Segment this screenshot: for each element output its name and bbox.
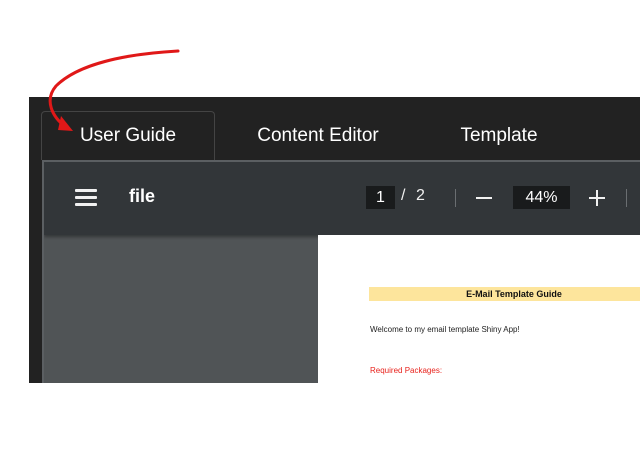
- zoom-level-input[interactable]: 44%: [513, 186, 570, 209]
- page-total: 2: [416, 187, 425, 204]
- zoom-in-icon[interactable]: [589, 190, 605, 206]
- page-separator: /: [401, 187, 406, 204]
- menu-icon[interactable]: [75, 189, 97, 207]
- tab-bar: User Guide Content Editor Template: [29, 97, 640, 160]
- document-heading: E-Mail Template Guide: [369, 287, 640, 301]
- document-welcome-text: Welcome to my email template Shiny App!: [370, 325, 520, 334]
- tab-template[interactable]: Template: [434, 111, 564, 160]
- file-title: file: [129, 186, 156, 206]
- document-page: E-Mail Template Guide Welcome to my emai…: [318, 235, 640, 383]
- document-required-packages: Required Packages:: [370, 366, 443, 375]
- page-number-input[interactable]: 1: [366, 186, 395, 209]
- toolbar-divider: [626, 189, 627, 207]
- pdf-viewer: file 1 / 2 44% E-Mail Template Guide Wel…: [42, 160, 640, 383]
- pdf-toolbar: file 1 / 2 44%: [44, 162, 640, 235]
- tab-user-guide[interactable]: User Guide: [41, 111, 215, 160]
- tab-content-editor[interactable]: Content Editor: [229, 111, 407, 160]
- toolbar-divider: [455, 189, 456, 207]
- app-window: User Guide Content Editor Template file …: [29, 97, 640, 383]
- zoom-out-icon[interactable]: [476, 197, 492, 199]
